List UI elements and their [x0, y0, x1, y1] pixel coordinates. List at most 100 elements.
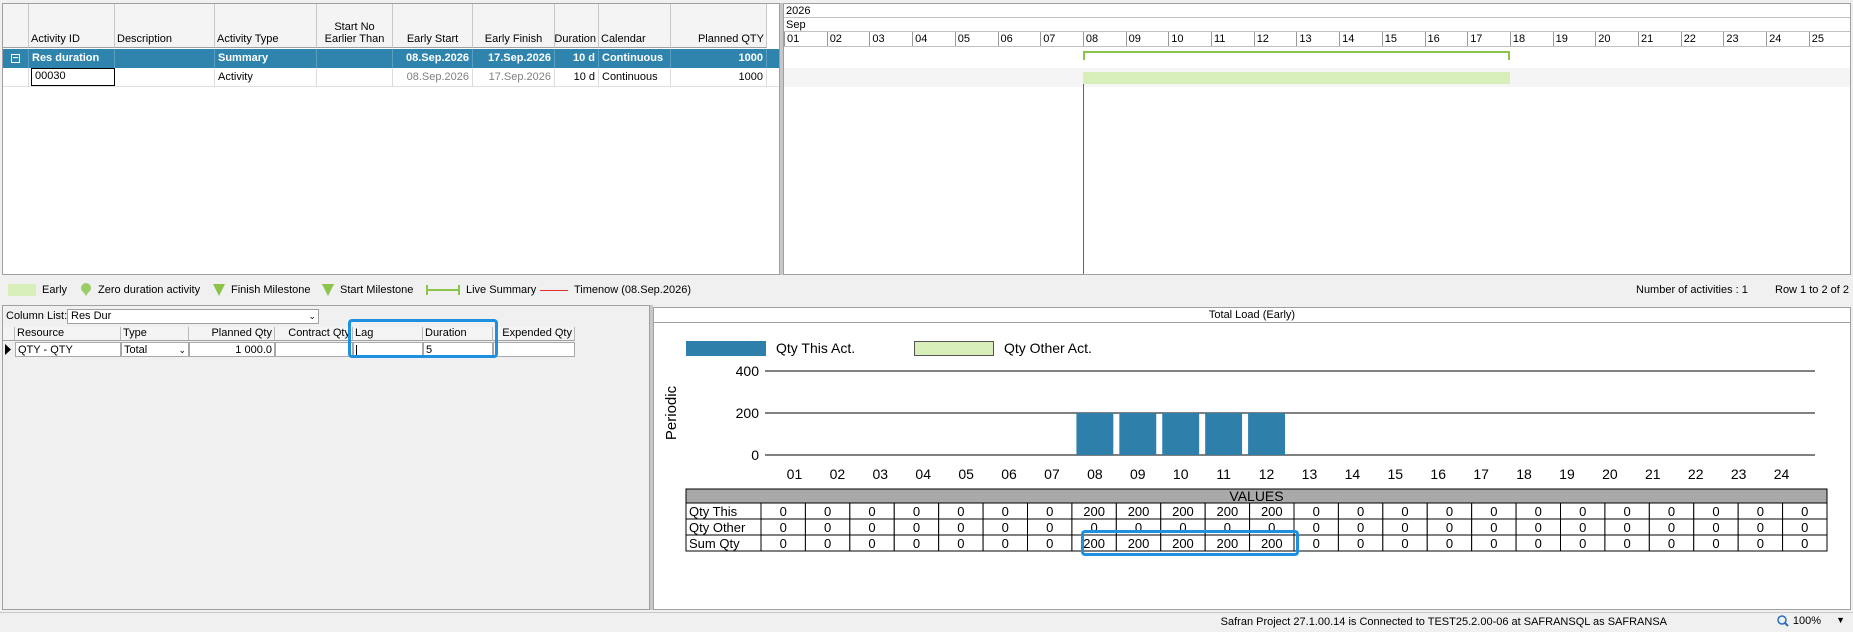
- values-cell-23: 0: [1757, 504, 1764, 519]
- values-cell-18: 0: [1535, 504, 1542, 519]
- values-cell-22: 0: [1712, 504, 1719, 519]
- values-cell-16: 0: [1446, 504, 1453, 519]
- res-contract-qty[interactable]: [275, 342, 353, 357]
- res-col-contract-qty[interactable]: Contract Qty: [275, 327, 353, 341]
- values-cell-10: 200: [1172, 504, 1194, 519]
- zoom-dropdown-icon[interactable]: ▼: [1836, 615, 1845, 625]
- column-list-value: Res Dur: [71, 310, 112, 322]
- activity-calendar[interactable]: Continuous: [599, 68, 671, 87]
- gantt-chart[interactable]: 2026 Sep 01 02 03 04 05 06 07 08 09 10 11 12 13 14 15 1…: [783, 3, 1851, 275]
- summary-activity-type[interactable]: Summary: [215, 49, 317, 68]
- values-cell-13: 0: [1313, 536, 1320, 551]
- values-cell-06: 0: [1002, 504, 1009, 519]
- early-swatch-icon: [8, 284, 36, 296]
- col-calendar[interactable]: Calendar: [599, 4, 671, 48]
- activity-duration[interactable]: 10 d: [555, 68, 599, 87]
- column-list-select[interactable]: Res Dur ⌄: [67, 309, 319, 324]
- x-tick-label: 08: [1087, 466, 1103, 482]
- values-cell-04: 0: [913, 504, 920, 519]
- gantt-month: Sep: [784, 18, 1850, 32]
- activity-description[interactable]: [115, 68, 215, 87]
- x-tick-label: 04: [915, 466, 931, 482]
- activity-row[interactable]: 00030 Activity 08.Sep.2026 17.Sep.2026 1…: [3, 68, 779, 87]
- chevron-down-icon[interactable]: ⌄: [178, 343, 186, 356]
- gantt-day-19: 19: [1552, 32, 1596, 46]
- col-early-finish[interactable]: Early Finish: [473, 4, 555, 48]
- gantt-day-11: 11: [1211, 32, 1254, 46]
- res-col-planned-qty[interactable]: Planned Qty: [189, 327, 275, 341]
- activity-id-input[interactable]: 00030: [31, 68, 115, 86]
- gantt-day-10: 10: [1168, 32, 1211, 46]
- x-tick-label: 09: [1130, 466, 1146, 482]
- summary-row[interactable]: − Res duration Summary 08.Sep.2026 17.Se…: [3, 49, 779, 68]
- res-col-expended-qty[interactable]: Expended Qty: [493, 327, 575, 341]
- legend-other-label: Qty Other Act.: [1004, 340, 1092, 356]
- gantt-day-03: 03: [869, 32, 912, 46]
- values-cell-05: 0: [957, 504, 964, 519]
- values-cell-19: 0: [1579, 536, 1586, 551]
- activity-count: Number of activities : 1: [1636, 284, 1748, 296]
- row-selector[interactable]: [3, 68, 29, 87]
- col-start-no-earlier[interactable]: Start No Earlier Than: [317, 4, 393, 48]
- values-cell-22: 0: [1712, 520, 1719, 535]
- summary-description[interactable]: [115, 49, 215, 68]
- gantt-day-04: 04: [912, 32, 955, 46]
- zoom-icon: [1777, 615, 1789, 627]
- values-cell-03: 0: [868, 504, 875, 519]
- res-planned-qty[interactable]: 1 000.0: [189, 342, 275, 357]
- zero-duration-icon: [81, 283, 91, 296]
- collapse-toggle[interactable]: −: [3, 49, 29, 68]
- early-bar[interactable]: [1082, 72, 1510, 84]
- chevron-down-icon[interactable]: ⌄: [308, 310, 316, 323]
- y-tick-label: 400: [736, 363, 760, 379]
- values-cell-21: 0: [1668, 520, 1675, 535]
- activity-early-start[interactable]: 08.Sep.2026: [393, 68, 473, 87]
- activity-type[interactable]: Activity: [215, 68, 317, 87]
- summary-planned-qty[interactable]: 1000: [671, 49, 767, 68]
- load-chart-svg: 0200400Periodic01 02 03 04 05 06 07 08 09 10 11 12 1…: [663, 363, 1828, 552]
- values-cell-13: 0: [1313, 504, 1320, 519]
- resource-row[interactable]: QTY - QTY Total ⌄ 1 000.0 5: [3, 342, 603, 358]
- x-tick-label: 06: [1001, 466, 1017, 482]
- res-expended-qty[interactable]: [493, 342, 575, 357]
- activity-grid[interactable]: Activity ID Description Activity Type St…: [2, 3, 780, 275]
- res-type-value: Total: [124, 344, 148, 356]
- values-cell-01: 0: [780, 520, 787, 535]
- bar-qty-this-09: [1119, 413, 1157, 455]
- resource-table[interactable]: Resource Type Planned Qty Contract Qty L…: [3, 327, 649, 357]
- legend-timenow: Timenow (08.Sep.2026): [540, 283, 691, 297]
- summary-early-start[interactable]: 08.Sep.2026: [393, 49, 473, 68]
- summary-calendar[interactable]: Continuous: [599, 49, 671, 68]
- col-activity-type[interactable]: Activity Type: [215, 4, 317, 48]
- res-col-resource[interactable]: Resource: [15, 327, 121, 341]
- live-summary-bar[interactable]: [1082, 51, 1510, 60]
- x-tick-label: 05: [958, 466, 974, 482]
- res-type-select[interactable]: Total ⌄: [121, 342, 189, 357]
- summary-start-no-earlier[interactable]: [317, 49, 393, 68]
- zoom-control[interactable]: 100%: [1777, 615, 1821, 627]
- summary-activity-id[interactable]: Res duration: [29, 49, 115, 68]
- summary-early-finish[interactable]: 17.Sep.2026: [473, 49, 555, 68]
- res-resource[interactable]: QTY - QTY: [15, 342, 121, 357]
- activity-planned-qty[interactable]: 1000: [671, 68, 767, 87]
- bar-qty-this-08: [1076, 413, 1114, 455]
- col-duration[interactable]: Duration: [554, 4, 599, 48]
- activity-start-no-earlier[interactable]: [317, 68, 393, 87]
- values-cell-15: 0: [1401, 520, 1408, 535]
- gantt-day-07: 07: [1040, 32, 1083, 46]
- col-early-start[interactable]: Early Start: [393, 4, 473, 48]
- y-tick-label: 200: [736, 405, 760, 421]
- res-col-type[interactable]: Type: [121, 327, 189, 341]
- gantt-body[interactable]: [784, 48, 1850, 274]
- x-tick-label: 02: [830, 466, 846, 482]
- gantt-day-17: 17: [1467, 32, 1510, 46]
- col-description[interactable]: Description: [115, 4, 215, 48]
- values-cell-07: 0: [1046, 504, 1053, 519]
- col-activity-id[interactable]: Activity ID: [29, 4, 115, 48]
- summary-duration[interactable]: 10 d: [555, 49, 599, 68]
- finish-milestone-icon: [213, 284, 225, 296]
- values-cell-14: 0: [1357, 536, 1364, 551]
- col-planned-qty[interactable]: Planned QTY: [671, 4, 767, 48]
- gantt-day-12: 12: [1253, 32, 1297, 46]
- activity-early-finish[interactable]: 17.Sep.2026: [473, 68, 555, 87]
